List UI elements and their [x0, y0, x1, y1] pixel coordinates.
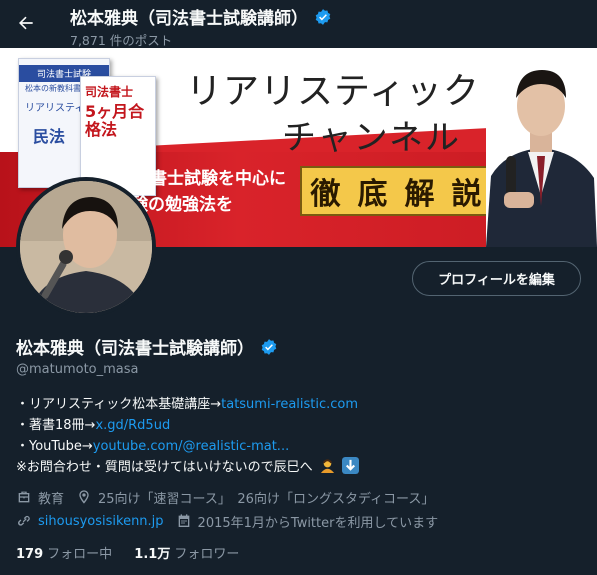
followers-link[interactable]: 1.1万 フォロワー: [134, 547, 239, 562]
banner-title-line1: リアリスティック: [186, 71, 480, 112]
arrow-left-icon: [19, 16, 33, 30]
briefcase-icon: [18, 491, 30, 503]
bio-text: ※お問合わせ・質問は受けてはいけないので辰巳へ: [16, 460, 313, 475]
bio-link-youtube[interactable]: youtube.com/@realistic-mat...: [93, 439, 289, 454]
book1-big: 民法: [33, 127, 66, 146]
highlight-char: 徹: [310, 177, 341, 212]
book2-big: 5ヶ月合格法: [85, 102, 145, 139]
meta-website[interactable]: sihousyosisikenn.jp: [16, 513, 164, 529]
followers-count: 1.1万: [134, 547, 171, 562]
banner-person-photo: [486, 56, 597, 247]
down-arrow-emoji-icon: [341, 457, 359, 474]
meta-joined: 2015年1月からTwitterを利用しています: [176, 512, 439, 531]
profile-stats: 179 フォロー中 1.1万 フォロワー: [16, 543, 257, 562]
bio-text: ・YouTube→: [16, 439, 93, 454]
meta-category-text: 教育: [38, 491, 65, 507]
profile-name: 松本雅典（司法書士試験講師）: [16, 334, 278, 359]
banner-title-line2: チャンネル: [282, 118, 461, 158]
profile-meta: 教育 25向け「速習コース」 26向け「ロングスタディコース」 sihousyo…: [16, 485, 450, 533]
edit-profile-button[interactable]: プロフィールを編集: [412, 261, 581, 296]
following-label: フォロー中: [47, 547, 113, 562]
calendar-icon: [178, 514, 189, 527]
meta-row: 教育 25向け「速習コース」 26向け「ロングスタディコース」: [16, 485, 450, 509]
meta-location-text: 25向け「速習コース」 26向け「ロングスタディコース」: [98, 491, 435, 507]
bowing-person-emoji-icon: [320, 459, 334, 474]
verified-badge-icon[interactable]: [260, 338, 278, 356]
profile-handle: @matumoto_masa: [16, 362, 139, 377]
meta-category: 教育: [16, 488, 64, 507]
profile-bio: ・リアリスティック松本基礎講座→tatsumi-realistic.com ・著…: [16, 394, 359, 478]
top-bar: 松本雅典（司法書士試験講師） 7,871 件のポスト: [0, 0, 597, 48]
header-title-text: 松本雅典（司法書士試験講師）: [70, 9, 308, 29]
bio-line: ・著書18冊→x.gd/Rd5ud: [16, 415, 359, 436]
bio-line: ・リアリスティック松本基礎講座→tatsumi-realistic.com: [16, 394, 359, 415]
bio-line: ・YouTube→youtube.com/@realistic-mat...: [16, 436, 359, 457]
post-count: 7,871 件のポスト: [70, 33, 173, 48]
avatar[interactable]: [16, 177, 156, 317]
meta-location: 25向け「速習コース」 26向け「ロングスタディコース」: [76, 488, 434, 507]
link-icon: [18, 515, 30, 526]
avatar-photo: [20, 181, 152, 313]
meta-website-link[interactable]: sihousyosisikenn.jp: [38, 514, 164, 529]
location-pin-icon: [79, 490, 89, 504]
banner-highlight-box: 徹 底 解 説: [300, 166, 492, 216]
banner-subtitle-line1: 司法書士試験を中心に: [116, 169, 286, 189]
highlight-char: 底: [357, 177, 388, 212]
highlight-char: 説: [451, 177, 482, 212]
profile-name-text: 松本雅典（司法書士試験講師）: [16, 339, 254, 359]
verified-badge-icon: [315, 8, 331, 25]
highlight-char: 解: [404, 177, 435, 212]
bio-text: ・リアリスティック松本基礎講座→: [16, 397, 222, 412]
bio-line: ※お問合わせ・質問は受けてはいけないので辰巳へ: [16, 457, 359, 478]
header-title: 松本雅典（司法書士試験講師）: [70, 4, 332, 29]
bio-link-books[interactable]: x.gd/Rd5ud: [95, 418, 170, 433]
meta-row: sihousyosisikenn.jp 2015年1月からTwitterを利用し…: [16, 509, 450, 533]
back-button[interactable]: [11, 8, 41, 38]
following-count: 179: [16, 547, 44, 562]
bio-text: ・著書18冊→: [16, 418, 96, 433]
meta-joined-text: 2015年1月からTwitterを利用しています: [197, 515, 439, 531]
book2-header: 司法書士: [85, 85, 134, 99]
book1-line1: 松本の新教科書: [25, 84, 81, 93]
followers-label: フォロワー: [174, 547, 240, 562]
bio-link-tatsumi[interactable]: tatsumi-realistic.com: [221, 397, 358, 412]
following-link[interactable]: 179 フォロー中: [16, 547, 112, 562]
